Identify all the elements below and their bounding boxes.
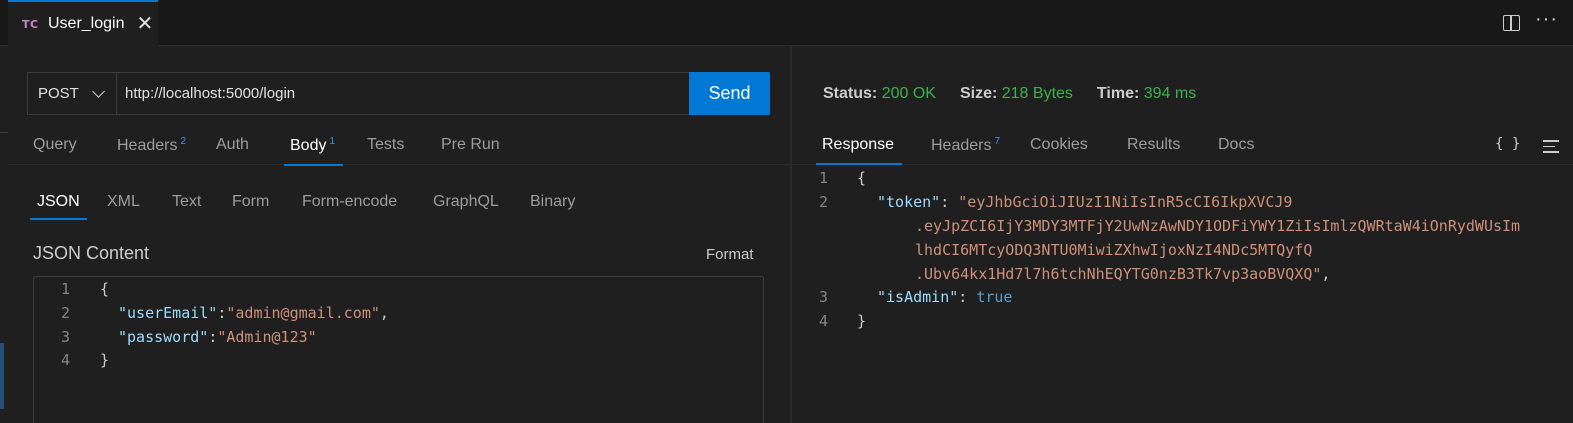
body-tab-graphql[interactable]: GraphQL <box>433 193 499 211</box>
pane-divider[interactable] <box>790 46 792 423</box>
tab-tests[interactable]: Tests <box>367 136 404 154</box>
tab-response-headers[interactable]: Headers 7 <box>931 136 1000 155</box>
code-line-wrap: .eyJpZCI6IjY3MDY3MTFjY2UwNzAwNDY1ODFiYWY… <box>915 217 1521 235</box>
tab-cookies[interactable]: Cookies <box>1030 136 1088 154</box>
line-number: 2 <box>818 193 828 211</box>
method-select[interactable]: POST <box>28 73 117 114</box>
line-number: 3 <box>60 328 70 346</box>
body-tab-xml[interactable]: XML <box>107 193 140 211</box>
status-info: Status: 200 OK <box>823 85 936 102</box>
split-editor-icon[interactable] <box>1503 15 1520 31</box>
code-line: "userEmail":"admin@gmail.com", <box>118 304 389 322</box>
line-number: 1 <box>60 280 70 298</box>
line-number: 4 <box>60 351 70 369</box>
code-line-wrap: .Ubv64kx1Hd7l7h6tchNhEQYTG0nzB3Tk7vp3aoB… <box>915 265 1331 283</box>
code-line: "token": "eyJhbGciOiJIUzI1NiIsInR5cCI6Ik… <box>877 193 1293 211</box>
gutter-line <box>0 132 8 133</box>
close-icon[interactable]: ✕ <box>136 14 153 34</box>
line-number: 4 <box>818 312 828 330</box>
url-input[interactable]: http://localhost:5000/login <box>125 73 295 114</box>
request-tabs: Query Headers 2 Auth Body 1 Tests Pre Run <box>8 125 790 166</box>
thunder-client-icon: TC <box>22 17 39 31</box>
body-tab-form-encode[interactable]: Form-encode <box>302 193 397 211</box>
code-line: "password":"Admin@123" <box>118 328 317 346</box>
time-info: Time: 394 ms <box>1096 85 1197 102</box>
code-line: { <box>857 169 867 187</box>
line-number: 1 <box>818 169 828 187</box>
response-status-row: Status: 200 OK Size: 218 Bytes Time: 394… <box>823 85 1220 103</box>
request-body-editor[interactable]: 1 { 2 "userEmail":"admin@gmail.com", 3 "… <box>33 276 764 423</box>
body-tab-text[interactable]: Text <box>172 193 201 211</box>
tab-results[interactable]: Results <box>1127 136 1180 154</box>
send-button[interactable]: Send <box>689 72 770 115</box>
editor-tab-bar: TC User_login ✕ ··· <box>0 0 1573 46</box>
tab-response[interactable]: Response <box>815 136 903 165</box>
line-number: 2 <box>60 304 70 322</box>
headers-count-badge: 2 <box>180 136 187 147</box>
request-url-bar: POST http://localhost:5000/login Send <box>27 72 770 115</box>
gutter-highlight <box>0 343 4 409</box>
code-line: "isAdmin": true <box>877 288 1013 306</box>
body-tab-json[interactable]: JSON <box>30 193 87 220</box>
wrap-lines-icon[interactable] <box>1543 140 1559 157</box>
code-line-wrap: lhdCI6MTcyODQ3NTU0MiwiZXhwIjoxNzI4NDc5MT… <box>915 241 1313 259</box>
code-line: { <box>100 280 110 298</box>
tab-auth[interactable]: Auth <box>216 136 249 154</box>
tab-headers[interactable]: Headers 2 <box>117 136 186 155</box>
body-tab-form[interactable]: Form <box>232 193 269 211</box>
json-content-label: JSON Content <box>33 243 150 263</box>
format-button[interactable]: Format <box>706 246 754 263</box>
line-number: 3 <box>818 288 828 306</box>
method-value: POST <box>38 85 79 102</box>
tab-query[interactable]: Query <box>33 136 77 154</box>
response-headers-count-badge: 7 <box>994 136 1001 147</box>
more-actions-icon[interactable]: ··· <box>1535 8 1558 31</box>
tab-body[interactable]: Body 1 <box>283 136 344 166</box>
body-tab-binary[interactable]: Binary <box>530 193 575 211</box>
tab-title: User_login <box>48 15 125 32</box>
code-line: } <box>100 351 110 369</box>
code-line: } <box>857 312 867 330</box>
tab-docs[interactable]: Docs <box>1218 136 1254 154</box>
body-type-tabs: JSON XML Text Form Form-encode GraphQL B… <box>27 190 787 220</box>
left-gutter <box>0 46 8 423</box>
tab-pre-run[interactable]: Pre Run <box>441 136 500 154</box>
response-tabs: Response Headers 7 Cookies Results Docs <box>792 125 1573 165</box>
json-view-icon[interactable]: { } <box>1495 136 1520 152</box>
body-count-badge: 1 <box>329 136 336 147</box>
tab-user-login[interactable]: TC User_login ✕ <box>8 0 158 46</box>
chevron-down-icon <box>92 85 105 98</box>
size-info: Size: 218 Bytes <box>959 85 1073 102</box>
